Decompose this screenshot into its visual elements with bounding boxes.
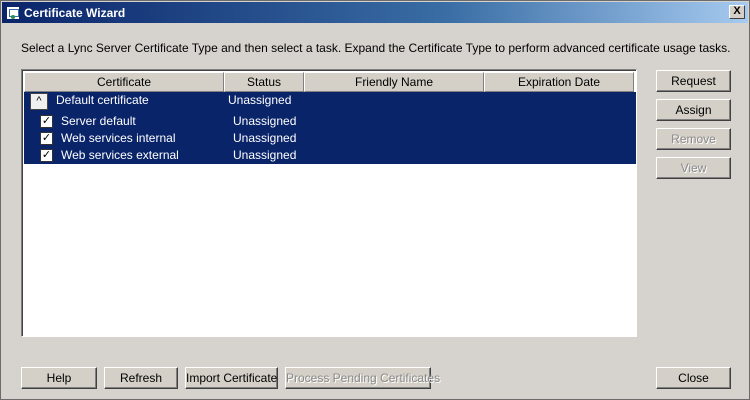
- window-title: Certificate Wizard: [24, 5, 126, 20]
- window-close-button[interactable]: X: [729, 5, 745, 19]
- grid-header: Certificate Status Friendly Name Expirat…: [24, 72, 636, 92]
- grid-selected-rows: ^ Default certificate Unassigned ✓ Serve…: [24, 92, 636, 164]
- certificate-app-icon: [6, 5, 20, 20]
- row-status: Unassigned: [233, 131, 297, 145]
- row-status: Unassigned: [233, 148, 297, 162]
- close-button[interactable]: Close: [656, 367, 731, 389]
- row-certificate-name: Web services internal: [61, 131, 176, 145]
- assign-button[interactable]: Assign: [656, 99, 731, 121]
- web-services-external-checkbox[interactable]: ✓: [40, 149, 53, 162]
- view-button[interactable]: View: [656, 157, 731, 179]
- web-services-internal-checkbox[interactable]: ✓: [40, 132, 53, 145]
- certificate-wizard-window: Certificate Wizard X Select a Lync Serve…: [0, 0, 750, 400]
- row-status: Unassigned: [233, 114, 297, 128]
- process-pending-certificates-button[interactable]: Process Pending Certificates: [285, 367, 440, 389]
- group-row-default-certificate[interactable]: ^ Default certificate Unassigned: [24, 92, 636, 110]
- group-name: Default certificate: [56, 93, 149, 107]
- collapse-chevron-icon[interactable]: ^: [30, 93, 48, 110]
- title-bar[interactable]: Certificate Wizard X: [2, 2, 748, 23]
- group-status: Unassigned: [228, 93, 292, 107]
- table-row[interactable]: ✓ Server default Unassigned: [24, 113, 636, 130]
- column-header-friendly-name[interactable]: Friendly Name: [304, 72, 484, 92]
- row-certificate-name: Server default: [61, 114, 136, 128]
- table-row[interactable]: ✓ Web services external Unassigned: [24, 147, 636, 164]
- help-button[interactable]: Help: [21, 367, 97, 389]
- remove-button[interactable]: Remove: [656, 128, 731, 150]
- table-row[interactable]: ✓ Web services internal Unassigned: [24, 130, 636, 147]
- row-certificate-name: Web services external: [61, 148, 179, 162]
- column-header-expiration-date[interactable]: Expiration Date: [484, 72, 634, 92]
- refresh-button[interactable]: Refresh: [104, 367, 178, 389]
- import-certificate-button[interactable]: Import Certificate: [185, 367, 278, 389]
- instructions-text: Select a Lync Server Certificate Type an…: [21, 41, 731, 55]
- request-button[interactable]: Request: [656, 70, 731, 92]
- certificate-grid[interactable]: Certificate Status Friendly Name Expirat…: [21, 69, 637, 337]
- server-default-checkbox[interactable]: ✓: [40, 115, 53, 128]
- column-header-certificate[interactable]: Certificate: [24, 72, 224, 92]
- column-header-status[interactable]: Status: [224, 72, 304, 92]
